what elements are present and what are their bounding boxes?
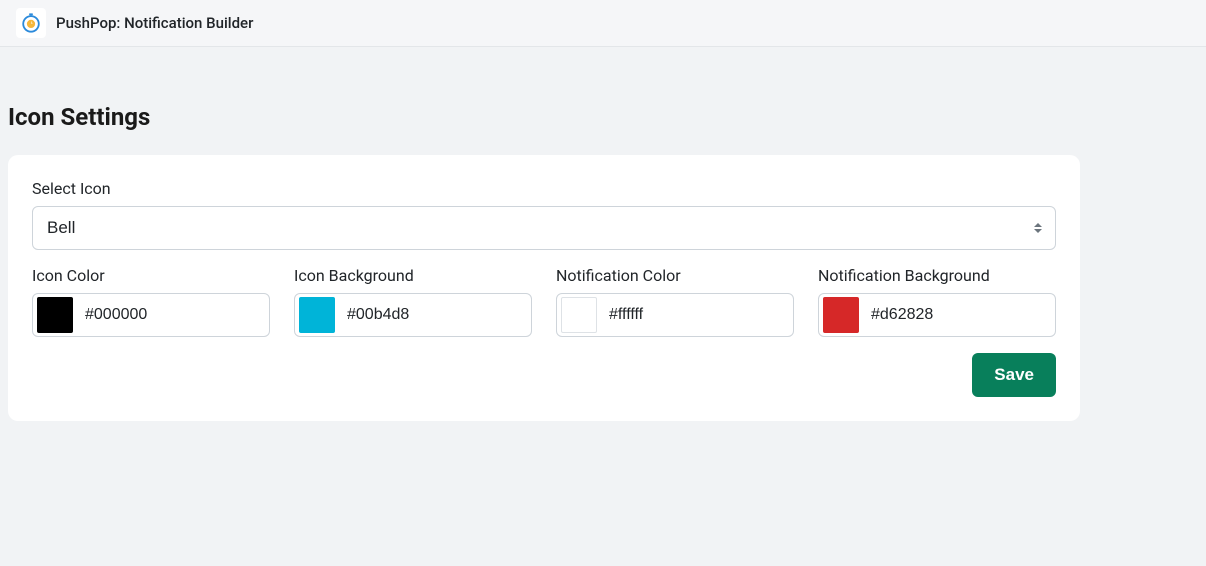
save-button[interactable]: Save (972, 353, 1056, 397)
icon-background-label: Icon Background (294, 266, 532, 285)
notification-color-label: Notification Color (556, 266, 794, 285)
icon-background-field (294, 293, 532, 337)
icon-color-label: Icon Color (32, 266, 270, 285)
select-icon-wrap: Bell (32, 206, 1056, 250)
icon-color-swatch[interactable] (37, 297, 73, 333)
icon-background-group: Icon Background (294, 266, 532, 337)
notification-color-input[interactable] (601, 294, 794, 336)
notification-background-group: Notification Background (818, 266, 1056, 337)
select-icon-input[interactable]: Bell (32, 206, 1056, 250)
notification-background-input[interactable] (863, 294, 1056, 336)
notification-color-field (556, 293, 794, 337)
notification-background-field (818, 293, 1056, 337)
stopwatch-icon (20, 12, 42, 34)
icon-color-field (32, 293, 270, 337)
notification-color-swatch[interactable] (561, 297, 597, 333)
page-content: Icon Settings Select Icon Bell Icon Colo… (0, 103, 1206, 421)
color-row: Icon Color Icon Background Notification … (32, 266, 1056, 337)
app-logo-icon (16, 8, 46, 38)
actions-row: Save (32, 353, 1056, 397)
icon-background-swatch[interactable] (299, 297, 335, 333)
icon-color-group: Icon Color (32, 266, 270, 337)
app-header: PushPop: Notification Builder (0, 0, 1206, 47)
page-title: Icon Settings (8, 103, 1198, 131)
select-icon-label: Select Icon (32, 179, 1056, 198)
notification-background-label: Notification Background (818, 266, 1056, 285)
notification-background-swatch[interactable] (823, 297, 859, 333)
app-title: PushPop: Notification Builder (56, 14, 253, 32)
select-icon-group: Select Icon Bell (32, 179, 1056, 250)
icon-color-input[interactable] (77, 294, 270, 336)
icon-background-input[interactable] (339, 294, 532, 336)
settings-card: Select Icon Bell Icon Color Icon Backgro… (8, 155, 1080, 421)
notification-color-group: Notification Color (556, 266, 794, 337)
